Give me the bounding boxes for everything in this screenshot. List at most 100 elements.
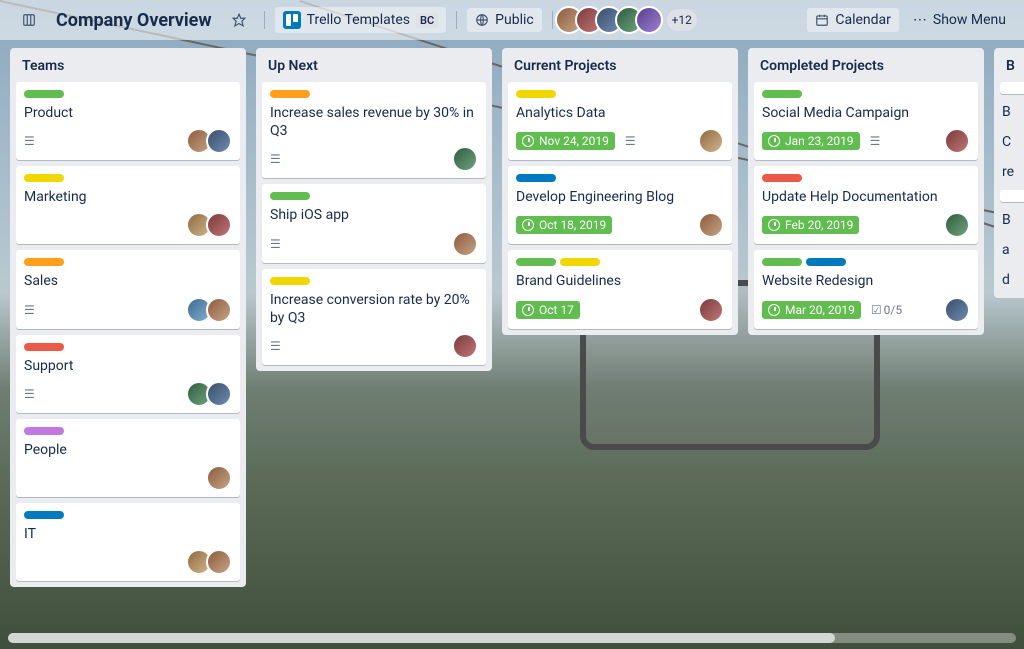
card-label[interactable]: [24, 174, 64, 182]
card-members: [950, 297, 970, 323]
card-label[interactable]: [762, 90, 802, 98]
header-avatar-stack[interactable]: +12: [563, 6, 697, 34]
templates-button[interactable]: Trello Templates BC: [275, 7, 447, 33]
card[interactable]: Increase sales revenue by 30% in Q3: [262, 82, 486, 178]
card-label[interactable]: [806, 258, 846, 266]
card-badges: [270, 152, 281, 166]
divider: [552, 11, 553, 29]
card-footer: Nov 24, 2019: [516, 128, 724, 154]
avatar[interactable]: [452, 333, 478, 359]
due-date-badge[interactable]: Jan 23, 2019: [762, 132, 860, 150]
avatar[interactable]: [206, 381, 232, 407]
list: Current Projects Analytics DataNov 24, 20…: [502, 48, 738, 335]
calendar-label: Calendar: [835, 12, 891, 28]
star-button[interactable]: [224, 9, 254, 31]
avatar[interactable]: [944, 212, 970, 238]
card[interactable]: IT: [16, 503, 240, 581]
card-label[interactable]: [24, 343, 64, 351]
card[interactable]: Brand GuidelinesOct 17: [508, 250, 732, 328]
description-icon: [24, 387, 35, 401]
calendar-button[interactable]: Calendar: [807, 8, 899, 32]
board-canvas[interactable]: TeamsProductMarketingSalesSupportPeopleI…: [0, 40, 1024, 649]
visibility-button[interactable]: Public: [467, 8, 542, 32]
card-labels: [762, 90, 970, 98]
description-icon: [625, 134, 636, 148]
list-title[interactable]: Current Projects: [508, 54, 732, 76]
card-title: Develop Engineering Blog: [516, 188, 724, 206]
card-label[interactable]: [270, 90, 310, 98]
card[interactable]: Support: [16, 335, 240, 413]
card-label[interactable]: [516, 174, 556, 182]
card-label[interactable]: [762, 258, 802, 266]
scrollbar-thumb[interactable]: [8, 633, 835, 643]
list-title[interactable]: B: [1000, 54, 1024, 76]
avatar[interactable]: [452, 146, 478, 172]
card[interactable]: Website RedesignMar 20, 20190/5: [754, 250, 978, 328]
card[interactable]: Sales: [16, 250, 240, 328]
description-icon: [270, 339, 281, 353]
card-badges: [24, 387, 35, 401]
card-label[interactable]: [560, 258, 600, 266]
avatar[interactable]: [944, 128, 970, 154]
avatar[interactable]: [206, 465, 232, 491]
card-cutoff[interactable]: [1000, 190, 1024, 202]
card-title: Product: [24, 104, 232, 122]
card-label[interactable]: [516, 258, 556, 266]
checklist-badge: 0/5: [871, 303, 902, 317]
due-date-badge[interactable]: Mar 20, 2019: [762, 301, 861, 319]
avatar[interactable]: [206, 128, 232, 154]
checklist-icon: [871, 303, 884, 317]
avatar[interactable]: [206, 212, 232, 238]
avatar[interactable]: [206, 549, 232, 575]
card-footer: [24, 465, 232, 491]
card-label[interactable]: [24, 258, 64, 266]
card-members: [704, 212, 724, 238]
card-members: [950, 212, 970, 238]
card-label[interactable]: [516, 90, 556, 98]
avatar[interactable]: [698, 297, 724, 323]
due-date-badge[interactable]: Feb 20, 2019: [762, 216, 859, 234]
card-labels: [24, 258, 232, 266]
card[interactable]: Product: [16, 82, 240, 160]
card-labels: [762, 258, 970, 266]
avatar[interactable]: [698, 212, 724, 238]
avatar[interactable]: [698, 128, 724, 154]
trello-logo-icon: [283, 11, 301, 29]
card[interactable]: People: [16, 419, 240, 497]
card[interactable]: Develop Engineering Blog Oct 18, 2019: [508, 166, 732, 244]
avatar[interactable]: [206, 297, 232, 323]
card-members: [192, 297, 232, 323]
card-label[interactable]: [24, 90, 64, 98]
cutoff-text: re: [1000, 160, 1024, 184]
card-label[interactable]: [270, 192, 310, 200]
card-label[interactable]: [270, 277, 310, 285]
list-title[interactable]: Up Next: [262, 54, 486, 76]
description-icon: [870, 134, 881, 148]
card[interactable]: Social Media CampaignJan 23, 2019: [754, 82, 978, 160]
avatar-more-count[interactable]: +12: [667, 9, 697, 31]
card[interactable]: Update Help DocumentationFeb 20, 2019: [754, 166, 978, 244]
card[interactable]: Analytics DataNov 24, 2019: [508, 82, 732, 160]
avatar[interactable]: [944, 297, 970, 323]
due-date-badge[interactable]: Nov 24, 2019: [516, 132, 615, 150]
card[interactable]: Increase conversion rate by 20% by Q3: [262, 269, 486, 365]
show-menu-button[interactable]: ⋯ Show Menu: [905, 8, 1014, 32]
due-date-text: Nov 24, 2019: [539, 134, 609, 148]
card-label[interactable]: [24, 511, 64, 519]
list-title[interactable]: Completed Projects: [754, 54, 978, 76]
card-label[interactable]: [24, 427, 64, 435]
avatar[interactable]: [452, 231, 478, 257]
card-labels: [24, 511, 232, 519]
board-icon-button[interactable]: [14, 9, 44, 31]
card-cutoff[interactable]: [1000, 82, 1024, 94]
card[interactable]: Marketing: [16, 166, 240, 244]
board-name[interactable]: Company Overview: [50, 8, 218, 33]
list-title[interactable]: Teams: [16, 54, 240, 76]
due-date-badge[interactable]: Oct 17: [516, 301, 580, 319]
due-date-badge[interactable]: Oct 18, 2019: [516, 216, 612, 234]
globe-icon: [475, 13, 489, 27]
horizontal-scrollbar[interactable]: [8, 633, 1016, 643]
card[interactable]: Ship iOS app: [262, 184, 486, 262]
card-label[interactable]: [762, 174, 802, 182]
avatar[interactable]: [635, 6, 663, 34]
